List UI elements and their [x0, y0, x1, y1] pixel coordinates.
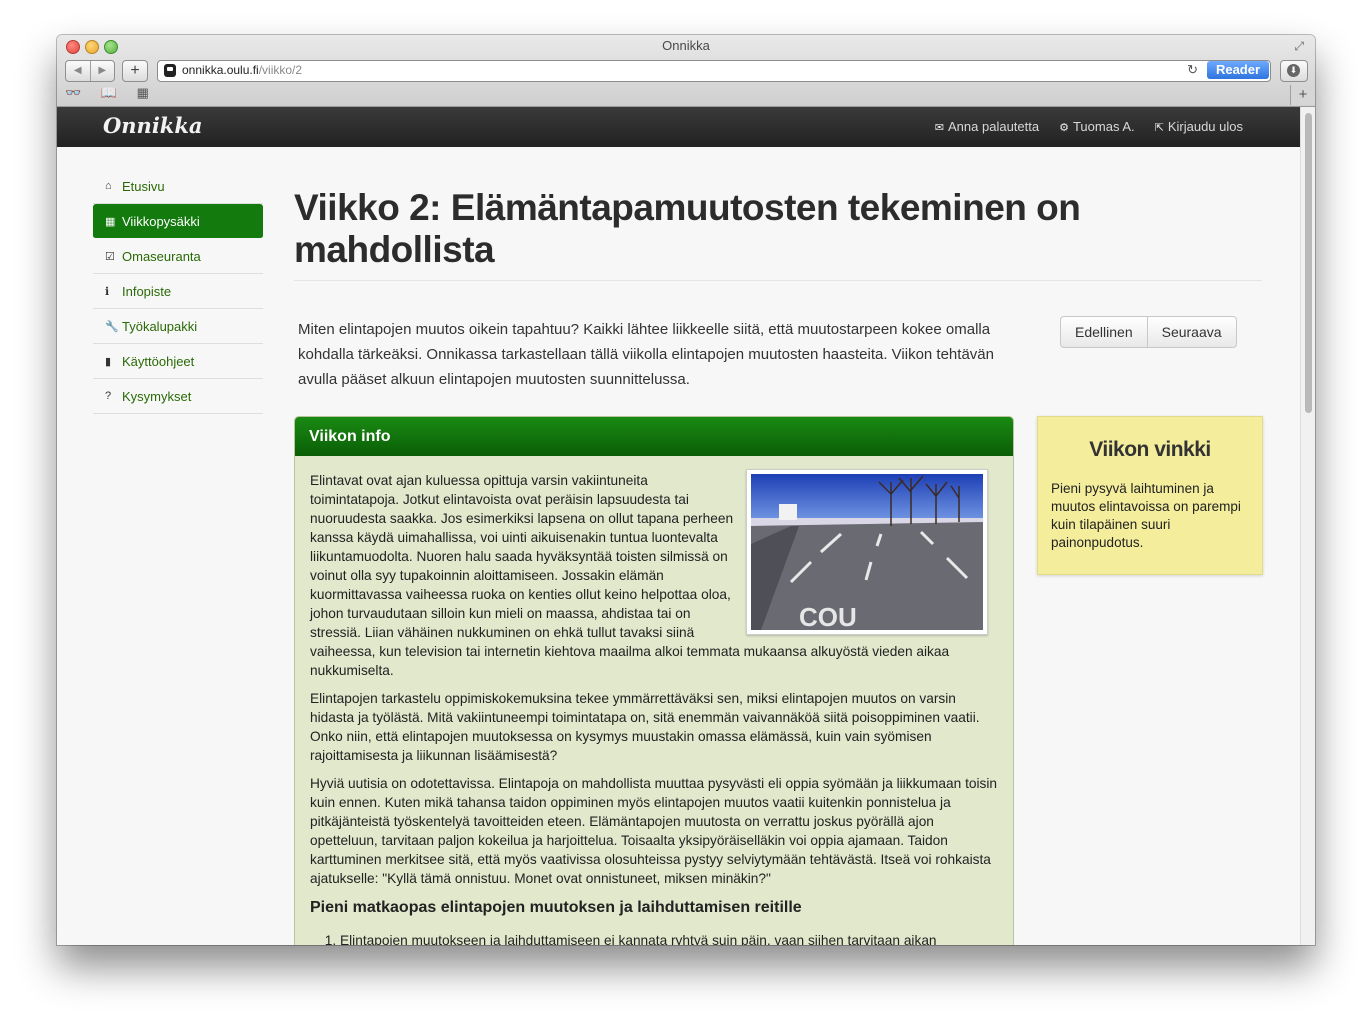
week-info-panel: Viikon info COU Elintavat ovat ajan kulu…	[294, 416, 1014, 945]
intro-text: Miten elintapojen muutos oikein tapahtuu…	[298, 321, 994, 388]
info-paragraph-2: Elintapojen tarkastelu oppimiskokemuksin…	[310, 691, 980, 763]
browser-window: Onnikka ⤢ ◀ ▶ + onnikka.oulu.fi/viikko/2…	[57, 35, 1315, 945]
info-paragraph-3: Hyviä uutisia on odotettavissa. Elintapo…	[310, 776, 998, 886]
page-viewport: Onnikka ✉ Anna palautetta ⚙ Tuomas A. ⇱ Kir…	[57, 107, 1300, 945]
sidebar-item-omaseuranta[interactable]: ☑ Omaseuranta	[93, 239, 263, 274]
logout-label: Kirjaudu ulos	[1167, 119, 1243, 134]
url-text: onnikka.oulu.fi/viikko/2	[182, 63, 302, 77]
top-navbar: Onnikka ✉ Anna palautetta ⚙ Tuomas A. ⇱ Kir…	[57, 107, 1300, 147]
sidebar-item-label: Viikkopysäkki	[122, 213, 200, 229]
envelope-icon: ✉	[934, 122, 945, 134]
title-divider	[294, 280, 1262, 281]
reload-icon[interactable]: ↻	[1187, 62, 1198, 78]
brand-logo[interactable]: Onnikka	[103, 113, 203, 138]
next-button[interactable]: Seuraava	[1147, 316, 1237, 348]
book-icon: ▮	[105, 355, 112, 368]
info-subheading: Pieni matkaopas elintapojen muutoksen ja…	[310, 899, 802, 916]
back-forward-buttons: ◀ ▶	[65, 60, 115, 82]
sidebar-item-label: Kysymykset	[122, 388, 192, 404]
back-icon[interactable]: ◀	[66, 61, 91, 81]
list-item: Elintapojen muutokseen ja laihduttamisee…	[340, 931, 998, 945]
logout-link[interactable]: ⇱ Kirjaudu ulos	[1155, 119, 1243, 134]
bookmarks-bar-icons[interactable]: 👓 📖 ▦	[65, 85, 157, 101]
gear-icon: ⚙	[1059, 122, 1069, 134]
sidebar-item-label: Omaseuranta	[122, 248, 201, 264]
feedback-link[interactable]: ✉ Anna palautetta	[935, 119, 1039, 134]
sidebar-item-kayttoohjeet[interactable]: ▮ Käyttöohjeet	[93, 344, 263, 379]
home-icon: ⌂	[105, 180, 112, 192]
url-path: /viikko/2	[258, 63, 303, 77]
browser-toolbar: Onnikka ⤢ ◀ ▶ + onnikka.oulu.fi/viikko/2…	[57, 35, 1315, 107]
forward-icon[interactable]: ▶	[91, 61, 115, 81]
address-bar[interactable]: onnikka.oulu.fi/viikko/2 ↻ Reader	[157, 60, 1271, 82]
sidebar-item-kysymykset[interactable]: ? Kysymykset	[93, 379, 263, 414]
reader-button[interactable]: Reader	[1207, 61, 1269, 79]
site-favicon-icon	[164, 64, 176, 77]
question-icon: ?	[105, 390, 112, 402]
sidebar-item-label: Etusivu	[122, 178, 165, 194]
sidebar-item-label: Infopiste	[122, 283, 172, 299]
week-tip-card: Viikon vinkki Pieni pysyvä laihtuminen j…	[1037, 416, 1263, 575]
new-tab-button[interactable]: +	[1290, 85, 1315, 105]
page-title: Viikko 2: Elämäntapamuutosten tekeminen …	[294, 187, 1081, 270]
sidebar-item-label: Käyttöohjeet	[122, 353, 195, 369]
calendar-icon: ▦	[105, 215, 116, 228]
scrollbar-thumb[interactable]	[1305, 113, 1312, 413]
downloads-button[interactable]: ⬇	[1280, 60, 1308, 82]
page-scrollbar[interactable]	[1300, 107, 1315, 945]
fullscreen-icon[interactable]: ⤢	[1294, 39, 1304, 54]
navbar-links: ✉ Anna palautetta ⚙ Tuomas A. ⇱ Kirjaudu ul…	[935, 119, 1243, 134]
window-title: Onnikka	[662, 38, 710, 53]
week-pager: Edellinen Seuraava	[1060, 316, 1237, 348]
sidebar-item-label: Työkalupakki	[122, 318, 198, 334]
week-info-heading: Viikon info	[295, 417, 1013, 456]
feedback-label: Anna palautetta	[948, 119, 1040, 134]
svg-text:COU: COU	[799, 602, 857, 630]
info-icon: ℹ	[105, 285, 110, 298]
sidebar-item-tyokalupakki[interactable]: 🔧 Työkalupakki	[93, 309, 263, 344]
add-bookmark-button[interactable]: +	[122, 60, 148, 82]
info-list: Elintapojen muutokseen ja laihduttamisee…	[310, 931, 998, 945]
sidebar-item-etusivu[interactable]: ⌂ Etusivu	[93, 169, 263, 204]
week-info-body: COU Elintavat ovat ajan kuluessa opittuj…	[295, 456, 1013, 945]
road-photo: COU	[746, 469, 988, 635]
week-tip-heading: Viikon vinkki	[1089, 438, 1211, 461]
wrench-icon: 🔧	[105, 320, 119, 333]
checkbox-icon: ☑	[105, 250, 115, 263]
download-icon: ⬇	[1287, 64, 1300, 77]
sidebar-item-infopiste[interactable]: ℹ Infopiste	[93, 274, 263, 309]
url-host: onnikka.oulu.fi	[182, 63, 259, 77]
previous-button[interactable]: Edellinen	[1060, 316, 1148, 348]
sidebar-item-viikkopysakki[interactable]: ▦ Viikkopysäkki	[93, 204, 263, 239]
sidebar-nav: ⌂ Etusivu ▦ Viikkopysäkki ☑ Omaseuranta ℹ In…	[93, 169, 263, 414]
week-tip-text: Pieni pysyvä laihtuminen ja muutos elint…	[1051, 481, 1241, 550]
user-menu-link[interactable]: ⚙ Tuomas A.	[1059, 119, 1135, 134]
user-name: Tuomas A.	[1072, 119, 1135, 134]
road-photo-image: COU	[751, 474, 983, 632]
logout-icon: ⇱	[1154, 122, 1164, 134]
